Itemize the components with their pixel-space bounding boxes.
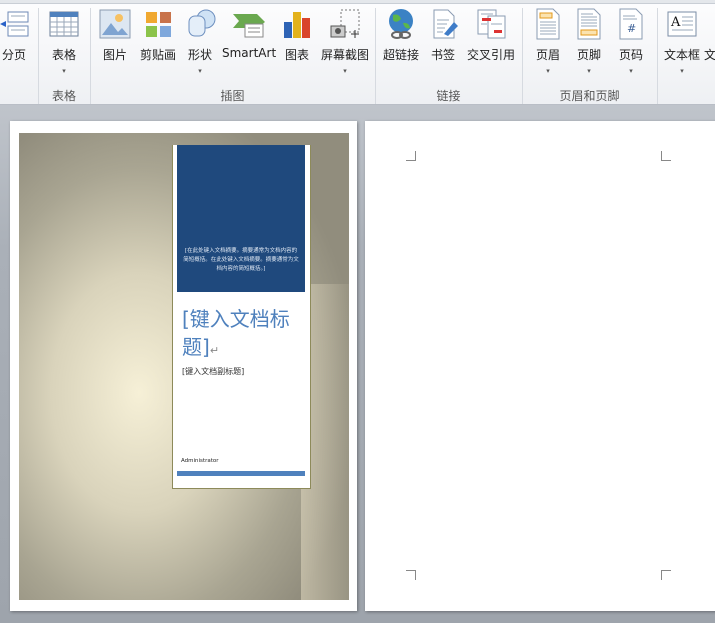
cross-reference-button[interactable]: 交叉引用 — [465, 8, 517, 78]
margin-corner-mark — [406, 570, 416, 580]
chevron-down-icon: ▾ — [629, 67, 633, 75]
text-part-label: 文 — [704, 48, 715, 62]
picture-label: 图片 — [102, 48, 127, 62]
ribbon: 分页 表格 ▾ 表格 图片 剪贴画 形状 ▾ SmartArt 图表 屏幕截图 … — [0, 0, 715, 105]
page-number-label: 页码 — [618, 48, 643, 62]
hyperlink-label: 超链接 — [382, 48, 419, 62]
screenshot-button[interactable]: 屏幕截图 ▾ — [318, 8, 372, 78]
chart-label: 图表 — [284, 48, 309, 62]
chevron-down-icon: ▾ — [198, 67, 202, 75]
clipart-button[interactable]: 剪贴画 — [136, 8, 180, 78]
text-part-button[interactable]: 文 — [704, 8, 715, 78]
smartart-label: SmartArt — [222, 46, 277, 60]
bookmark-icon — [428, 8, 460, 40]
cover-panel: [在此处键入文档摘要。摘要通常为文档内容的简短概括。在此处键入文档摘要。摘要通常… — [172, 145, 311, 489]
table-icon — [48, 8, 80, 40]
margin-corner-mark — [661, 151, 671, 161]
page-break-label: 分页 — [1, 48, 26, 62]
screenshot-label: 屏幕截图 — [320, 48, 369, 62]
page-break-button[interactable]: 分页 — [0, 8, 29, 78]
shapes-label: 形状 — [187, 48, 212, 62]
clipart-icon — [142, 8, 174, 40]
bookmark-button[interactable]: 书签 — [428, 8, 458, 78]
group-label-header-footer: 页眉和页脚 — [559, 89, 620, 103]
shapes-icon — [184, 8, 216, 40]
chart-icon — [281, 8, 313, 40]
abstract-block: [在此处键入文档摘要。摘要通常为文档内容的简短概括。在此处键入文档摘要。摘要通常… — [177, 145, 305, 292]
textbox-button[interactable]: A 文本框 ▾ — [662, 8, 702, 78]
chevron-down-icon: ▾ — [343, 67, 347, 75]
smartart-icon — [233, 8, 265, 40]
margin-corner-mark — [406, 151, 416, 161]
screenshot-icon — [329, 8, 361, 40]
header-label: 页眉 — [535, 48, 560, 62]
cover-subtitle[interactable]: [键入文档副标题] — [182, 366, 244, 377]
cross-reference-icon — [475, 8, 507, 40]
document-page-1[interactable]: [在此处键入文档摘要。摘要通常为文档内容的简短概括。在此处键入文档摘要。摘要通常… — [10, 121, 357, 611]
cover-title-text: [键入文档标题] — [182, 307, 290, 359]
page-number-button[interactable]: # 页码 ▾ — [614, 8, 648, 78]
hyperlink-globe-icon — [385, 8, 417, 40]
chevron-down-icon: ▾ — [587, 67, 591, 75]
textbox-label: 文本框 — [663, 48, 700, 62]
clipart-label: 剪贴画 — [139, 48, 176, 62]
chart-button[interactable]: 图表 — [280, 8, 314, 78]
cover-title[interactable]: [键入文档标题]↵ — [182, 305, 307, 365]
shapes-button[interactable]: 形状 ▾ — [182, 8, 218, 78]
page-number-icon: # — [615, 8, 647, 40]
picture-icon — [99, 8, 131, 40]
footer-icon — [573, 8, 605, 40]
cover-background: [在此处键入文档摘要。摘要通常为文档内容的简短概括。在此处键入文档摘要。摘要通常… — [19, 133, 349, 600]
text-part-icon — [714, 8, 715, 40]
picture-button[interactable]: 图片 — [97, 8, 133, 78]
chevron-down-icon: ▾ — [546, 67, 550, 75]
svg-text:A: A — [670, 15, 681, 30]
svg-text:#: # — [627, 22, 636, 35]
textbox-icon: A — [666, 8, 698, 40]
cover-abstract[interactable]: [在此处键入文档摘要。摘要通常为文档内容的简短概括。在此处键入文档摘要。摘要通常… — [183, 247, 299, 274]
tab-strip — [0, 0, 715, 4]
document-page-2[interactable] — [365, 121, 715, 611]
paragraph-mark: ↵ — [209, 344, 220, 357]
chevron-down-icon: ▾ — [62, 67, 66, 75]
cover-author[interactable]: Administrator — [181, 458, 219, 464]
table-button[interactable]: 表格 ▾ — [44, 8, 84, 78]
cross-reference-label: 交叉引用 — [466, 48, 515, 62]
margin-corner-mark — [661, 570, 671, 580]
smartart-button[interactable]: SmartArt — [222, 8, 276, 78]
group-label-illustrations: 插图 — [220, 89, 245, 103]
header-button[interactable]: 页眉 ▾ — [531, 8, 565, 78]
table-label: 表格 — [51, 48, 76, 62]
page-break-icon — [0, 8, 32, 40]
bookmark-label: 书签 — [430, 48, 455, 62]
footer-label: 页脚 — [576, 48, 601, 62]
footer-button[interactable]: 页脚 ▾ — [572, 8, 606, 78]
group-label-tables: 表格 — [51, 89, 76, 103]
group-label-links: 链接 — [436, 89, 461, 103]
hyperlink-button[interactable]: 超链接 — [381, 8, 421, 78]
chevron-down-icon: ▾ — [680, 67, 684, 75]
accent-bar — [177, 471, 305, 476]
header-icon — [532, 8, 564, 40]
group-separator — [657, 8, 658, 104]
